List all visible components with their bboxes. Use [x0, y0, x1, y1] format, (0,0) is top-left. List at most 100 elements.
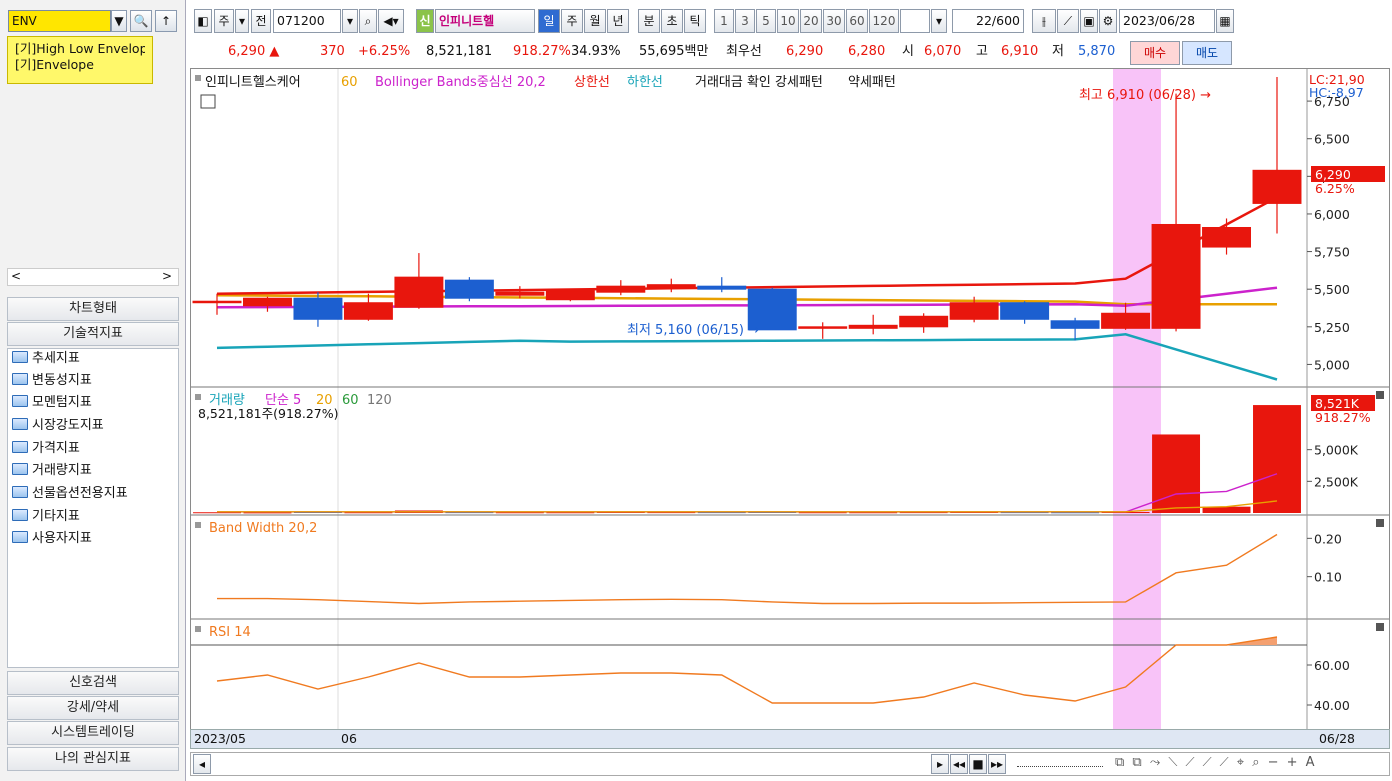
stock-name[interactable]: 인피니트헬 — [435, 9, 535, 33]
strength-button[interactable]: 강세/약세 — [7, 696, 179, 720]
tab-5[interactable]: 5 — [756, 9, 776, 33]
candle-body — [596, 285, 646, 293]
price-tick-label: 5,250 — [1314, 320, 1350, 335]
my-indicator-button[interactable]: 나의 관심지표 — [7, 747, 179, 771]
zoom-slider[interactable] — [1017, 763, 1103, 767]
tree-item-volume[interactable]: 거래량지표 — [12, 461, 92, 483]
custom-period-input[interactable] — [900, 9, 930, 33]
candle-icon[interactable]: ⫲ — [1032, 9, 1056, 33]
tree-item-momentum[interactable]: 모멘텀지표 — [12, 393, 92, 415]
tab-120[interactable]: 120 — [869, 9, 899, 33]
tab-second[interactable]: 초 — [661, 9, 683, 33]
calendar-icon[interactable]: ▦ — [1216, 9, 1234, 33]
tree-item-label: 선물옵션전용지표 — [32, 486, 128, 501]
tool-icons[interactable]: ⧉ ⧉ ⤳ ⟍ ⟋ ⟋ ⟋ ⌖ ⌕ − + A — [1115, 755, 1317, 770]
folder-icon — [12, 373, 28, 385]
sell-button[interactable]: 매도 — [1182, 41, 1232, 65]
close-icon[interactable] — [1376, 623, 1384, 631]
tree-item-etc[interactable]: 기타지표 — [12, 507, 80, 529]
chevron-down-icon[interactable]: ▾ — [931, 9, 947, 33]
close-icon[interactable] — [1376, 391, 1384, 399]
tech-indicator-button[interactable]: 기술적지표 — [7, 322, 179, 346]
system-trading-button[interactable]: 시스템트레이딩 — [7, 721, 179, 745]
tree-item-futures[interactable]: 선물옵션전용지표 — [12, 484, 128, 506]
tree-item-price[interactable]: 가격지표 — [12, 439, 80, 461]
close-icon[interactable] — [1376, 519, 1384, 527]
tab-week[interactable]: 주 — [561, 9, 583, 33]
tab-30[interactable]: 30 — [823, 9, 845, 33]
candle-body — [848, 324, 898, 329]
quote-bar: 6,290 ▲ 370 +6.25% 8,521,181 918.27% 34.… — [190, 40, 1390, 66]
tree-item-label: 변동성지표 — [32, 373, 92, 388]
rewind-icon[interactable]: ◂◂ — [950, 754, 968, 774]
volume-bar — [1253, 405, 1301, 513]
folder-icon — [12, 463, 28, 475]
tree-item-label: 사용자지표 — [32, 531, 92, 546]
search-icon[interactable]: 🔍 — [130, 10, 152, 32]
date-mid: 06 — [341, 731, 357, 746]
high-price: 6,910 — [1001, 44, 1039, 59]
hc-label: HC:-8,97 — [1309, 85, 1364, 100]
tab-month[interactable]: 월 — [584, 9, 606, 33]
horizontal-scrollbar[interactable]: < > — [7, 268, 179, 286]
candle-body — [1101, 312, 1151, 329]
bottom-toolbar: ◂ ▸ ◂◂ ■ ▸▸ ⧉ ⧉ ⤳ ⟍ ⟋ ⟋ ⟋ ⌖ ⌕ − + A — [190, 752, 1390, 776]
bw-title: Band Width 20,2 — [209, 521, 317, 536]
prev-button[interactable]: 전 — [251, 9, 271, 33]
save-icon[interactable]: ▣ — [1080, 9, 1098, 33]
price-legend-item: 60 — [341, 75, 358, 90]
play-icon[interactable]: ▸ — [931, 754, 949, 774]
tab-minute[interactable]: 분 — [638, 9, 660, 33]
period-type-select[interactable]: 주 — [214, 9, 234, 33]
tab-day[interactable]: 일 — [538, 9, 560, 33]
chart-svg[interactable]: 6,7506,5006,2506,0005,7505,5005,2505,000… — [191, 69, 1389, 729]
count-input[interactable]: 22/600 — [952, 9, 1024, 33]
price-tag: 6,290 — [1315, 167, 1351, 182]
tree-item-user[interactable]: 사용자지표 — [12, 529, 92, 551]
amount: 55,695백만 — [639, 44, 709, 59]
tab-1[interactable]: 1 — [714, 9, 734, 33]
speaker-icon[interactable]: ◀▾ — [378, 9, 404, 33]
tree-item-label: 가격지표 — [32, 441, 80, 456]
scroll-right-icon[interactable]: > — [162, 269, 172, 283]
line-tool-icon[interactable]: ⟋ — [1057, 9, 1079, 33]
search-icon[interactable]: ⌕ — [359, 9, 377, 33]
candle-body — [192, 300, 242, 304]
signal-search-button[interactable]: 신호검색 — [7, 671, 179, 695]
table-icon[interactable] — [200, 94, 216, 109]
indicator-search-input[interactable]: ENV — [8, 10, 111, 32]
chart-toolbar: ◧ 주 ▾ 전 071200 ▾ ⌕ ◀▾ 신 인피니트헬 일 주 월 년 분 … — [190, 9, 1390, 35]
tab-year[interactable]: 년 — [607, 9, 629, 33]
tab-60[interactable]: 60 — [846, 9, 868, 33]
tab-tick[interactable]: 틱 — [684, 9, 706, 33]
chevron-down-icon[interactable]: ▾ — [235, 9, 249, 33]
up-arrow-icon[interactable]: ↑ — [155, 10, 177, 32]
dropdown-icon[interactable]: ▼ — [111, 10, 127, 32]
layout-icon[interactable]: ◧ — [194, 9, 212, 33]
tree-item-trend[interactable]: 추세지표 — [12, 349, 80, 371]
best-bid: 6,280 — [848, 44, 886, 59]
suggestion-item[interactable]: [기]High Low Envelope — [15, 41, 145, 57]
buy-button[interactable]: 매수 — [1130, 41, 1180, 65]
tree-item-strength[interactable]: 시장강도지표 — [12, 416, 104, 438]
stock-code-input[interactable]: 071200 — [273, 9, 341, 33]
tab-20[interactable]: 20 — [800, 9, 822, 33]
tree-item-label: 기타지표 — [32, 509, 80, 524]
playback-controls: ▸ ◂◂ ■ ▸▸ — [931, 754, 1021, 774]
scroll-left-icon[interactable]: ◂ — [193, 754, 211, 774]
chart-type-button[interactable]: 차트형태 — [7, 297, 179, 321]
chart-area[interactable]: 6,7506,5006,2506,0005,7505,5005,2505,000… — [190, 68, 1390, 730]
scroll-left-icon[interactable]: < — [11, 269, 21, 283]
tree-item-volatility[interactable]: 변동성지표 — [12, 371, 92, 393]
date-input[interactable]: 2023/06/28 — [1119, 9, 1215, 33]
gear-icon[interactable]: ⚙ — [1099, 9, 1117, 33]
forward-icon[interactable]: ▸▸ — [988, 754, 1006, 774]
chevron-down-icon[interactable]: ▾ — [342, 9, 358, 33]
suggestion-list: [기]High Low Envelope [기]Envelope — [7, 36, 153, 84]
suggestion-item[interactable]: [기]Envelope — [15, 57, 145, 73]
tab-10[interactable]: 10 — [777, 9, 799, 33]
stop-icon[interactable]: ■ — [969, 754, 987, 774]
date-axis: 2023/05 06 06/28 — [190, 729, 1390, 749]
tab-3[interactable]: 3 — [735, 9, 755, 33]
price-value: 6,290 — [228, 44, 266, 59]
